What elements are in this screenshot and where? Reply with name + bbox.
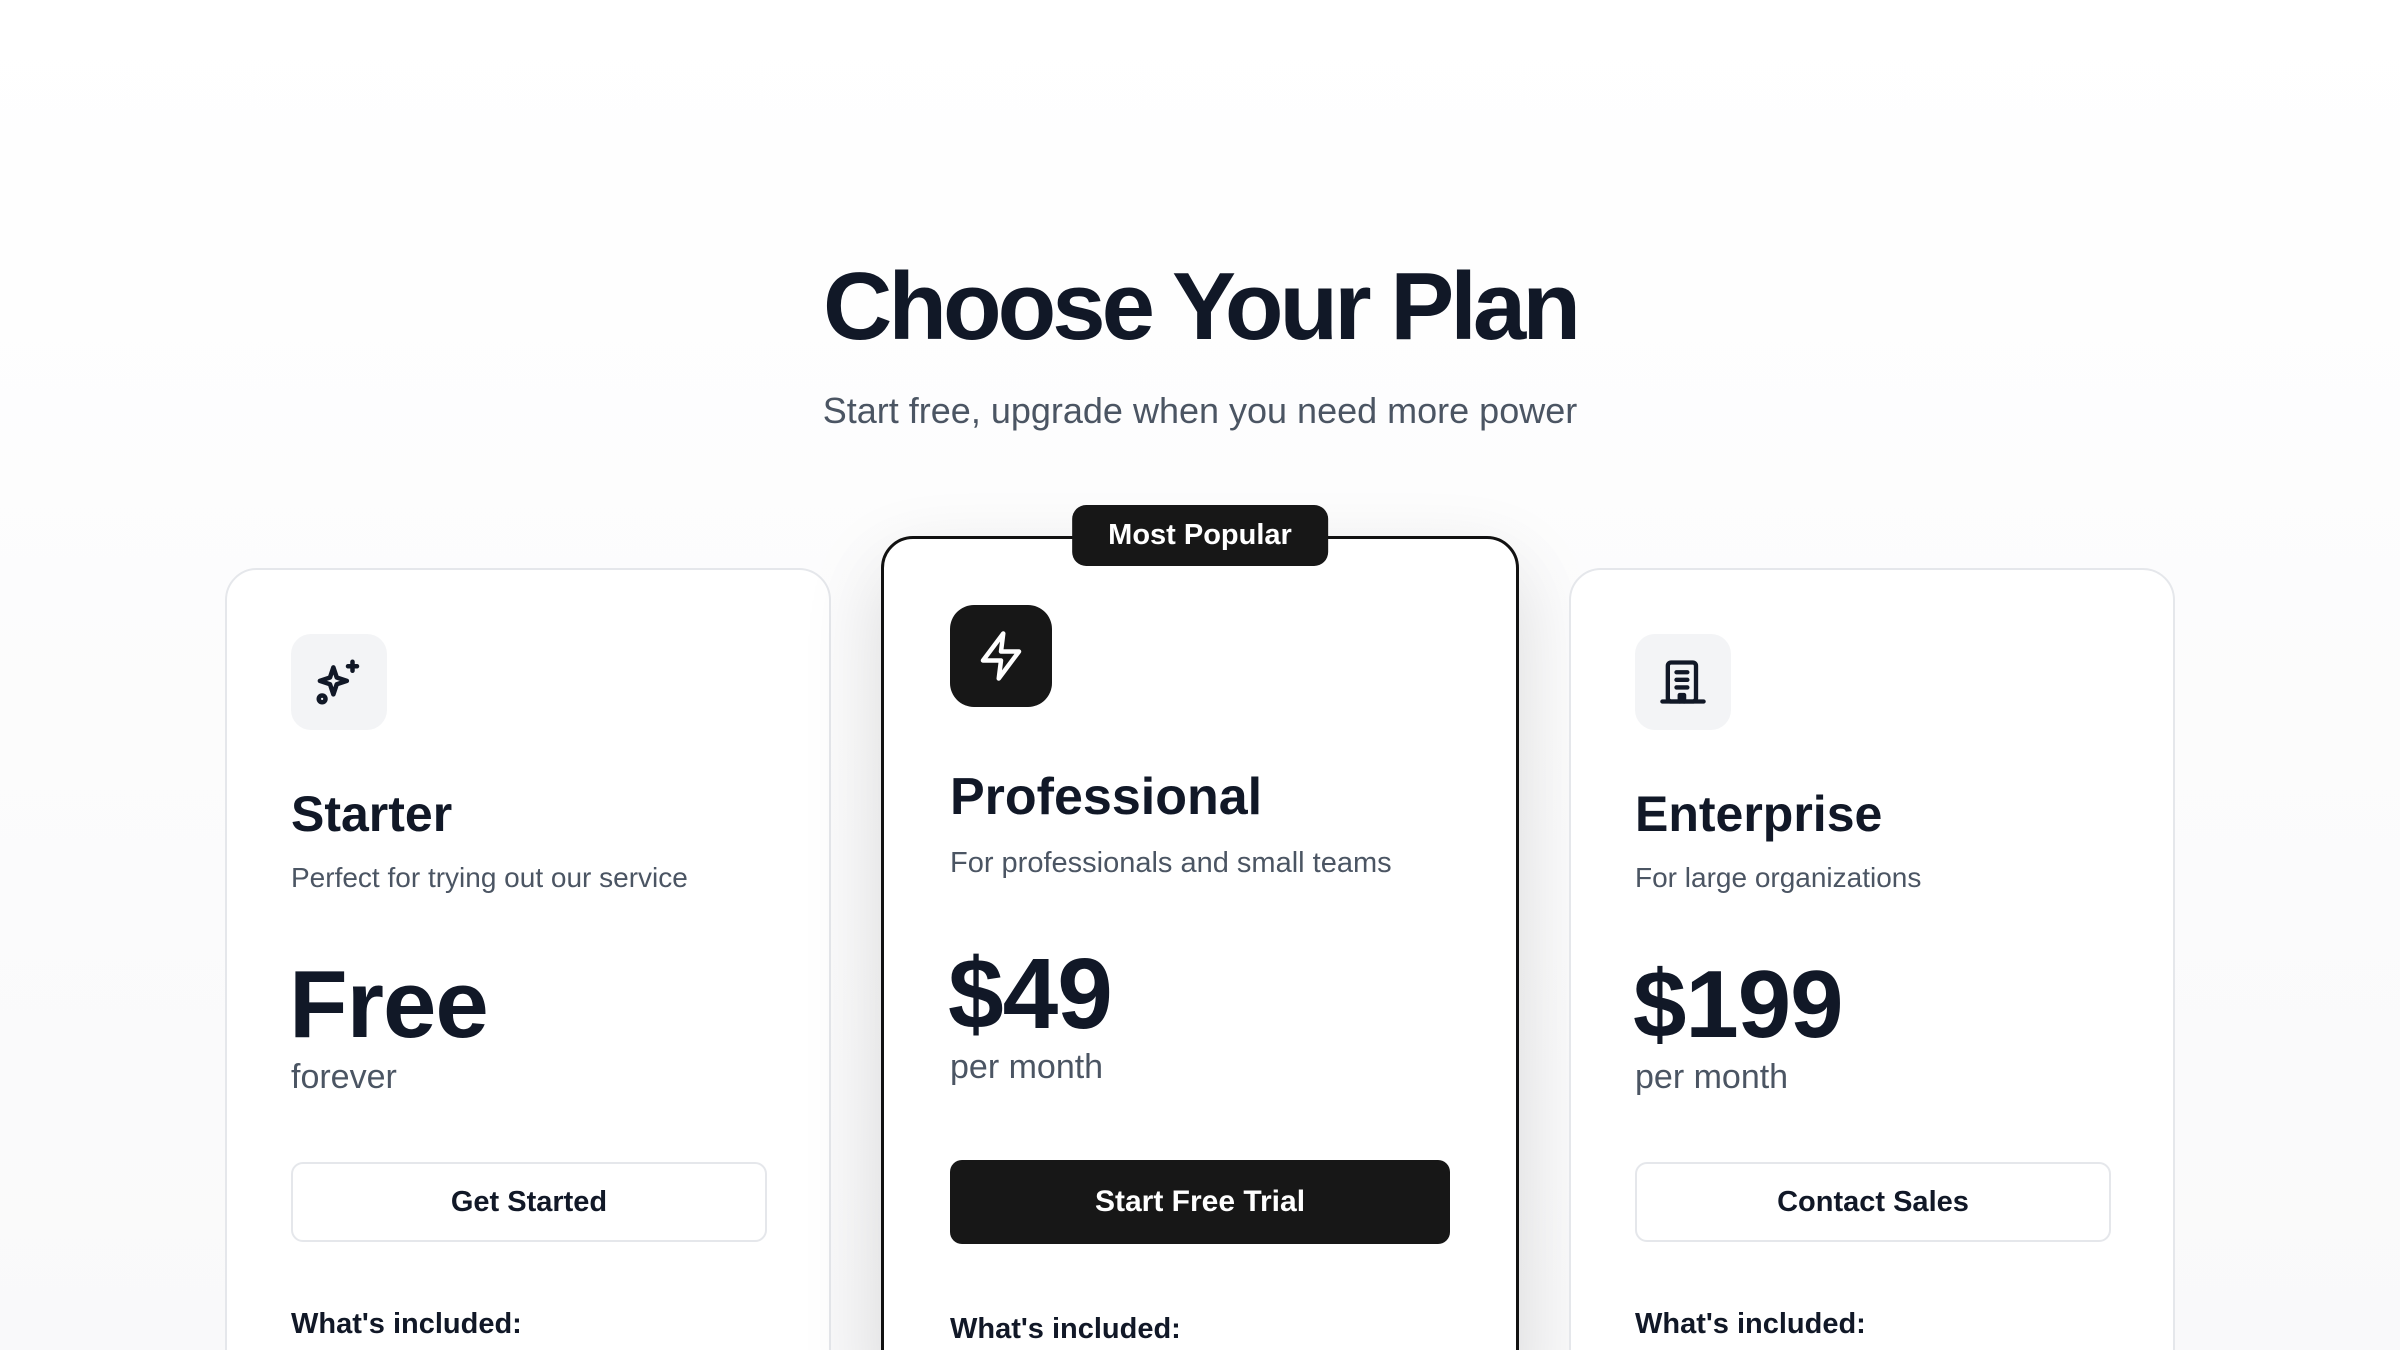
plan-period: forever [291, 1058, 397, 1096]
sparkles-icon [316, 659, 360, 705]
page-subtitle: Start free, upgrade when you need more p… [822, 390, 1578, 431]
contact-sales-button[interactable]: Contact Sales [1635, 1162, 2111, 1242]
building-icon [1660, 660, 1706, 704]
plan-price: Free [289, 951, 489, 1058]
included-heading: What's included: [1635, 1308, 1866, 1340]
plan-description: For professionals and small teams [950, 847, 1392, 879]
plan-description: For large organizations [1635, 862, 1922, 893]
plan-period: per month [1635, 1058, 1789, 1096]
plan-name: Professional [950, 768, 1263, 826]
included-heading: What's included: [291, 1308, 522, 1340]
plan-name: Enterprise [1635, 786, 1883, 842]
plan-name: Starter [291, 786, 453, 842]
plan-period: per month [950, 1048, 1104, 1086]
plan-price: $199 [1633, 951, 1844, 1058]
get-started-button[interactable]: Get Started [291, 1162, 767, 1242]
start-free-trial-button[interactable]: Start Free Trial [950, 1160, 1450, 1244]
plan-icon-container [291, 634, 387, 730]
plan-description: Perfect for trying out our service [291, 862, 688, 893]
plan-card-professional: Most Popular Professional For profession… [881, 505, 1519, 1350]
lightning-bolt-icon [980, 631, 1022, 681]
plan-icon-container [950, 605, 1052, 707]
included-heading: What's included: [950, 1313, 1181, 1345]
pricing-page: Choose Your Plan Start free, upgrade whe… [0, 0, 2400, 1350]
plan-card-enterprise: Enterprise For large organizations $199 … [1569, 568, 2175, 1350]
plan-price: $49 [948, 938, 1113, 1050]
plan-card-starter: Starter Perfect for trying out our servi… [225, 568, 831, 1350]
plan-icon-container [1635, 634, 1731, 730]
most-popular-badge: Most Popular [1072, 505, 1328, 566]
page-title: Choose Your Plan [823, 253, 1581, 360]
